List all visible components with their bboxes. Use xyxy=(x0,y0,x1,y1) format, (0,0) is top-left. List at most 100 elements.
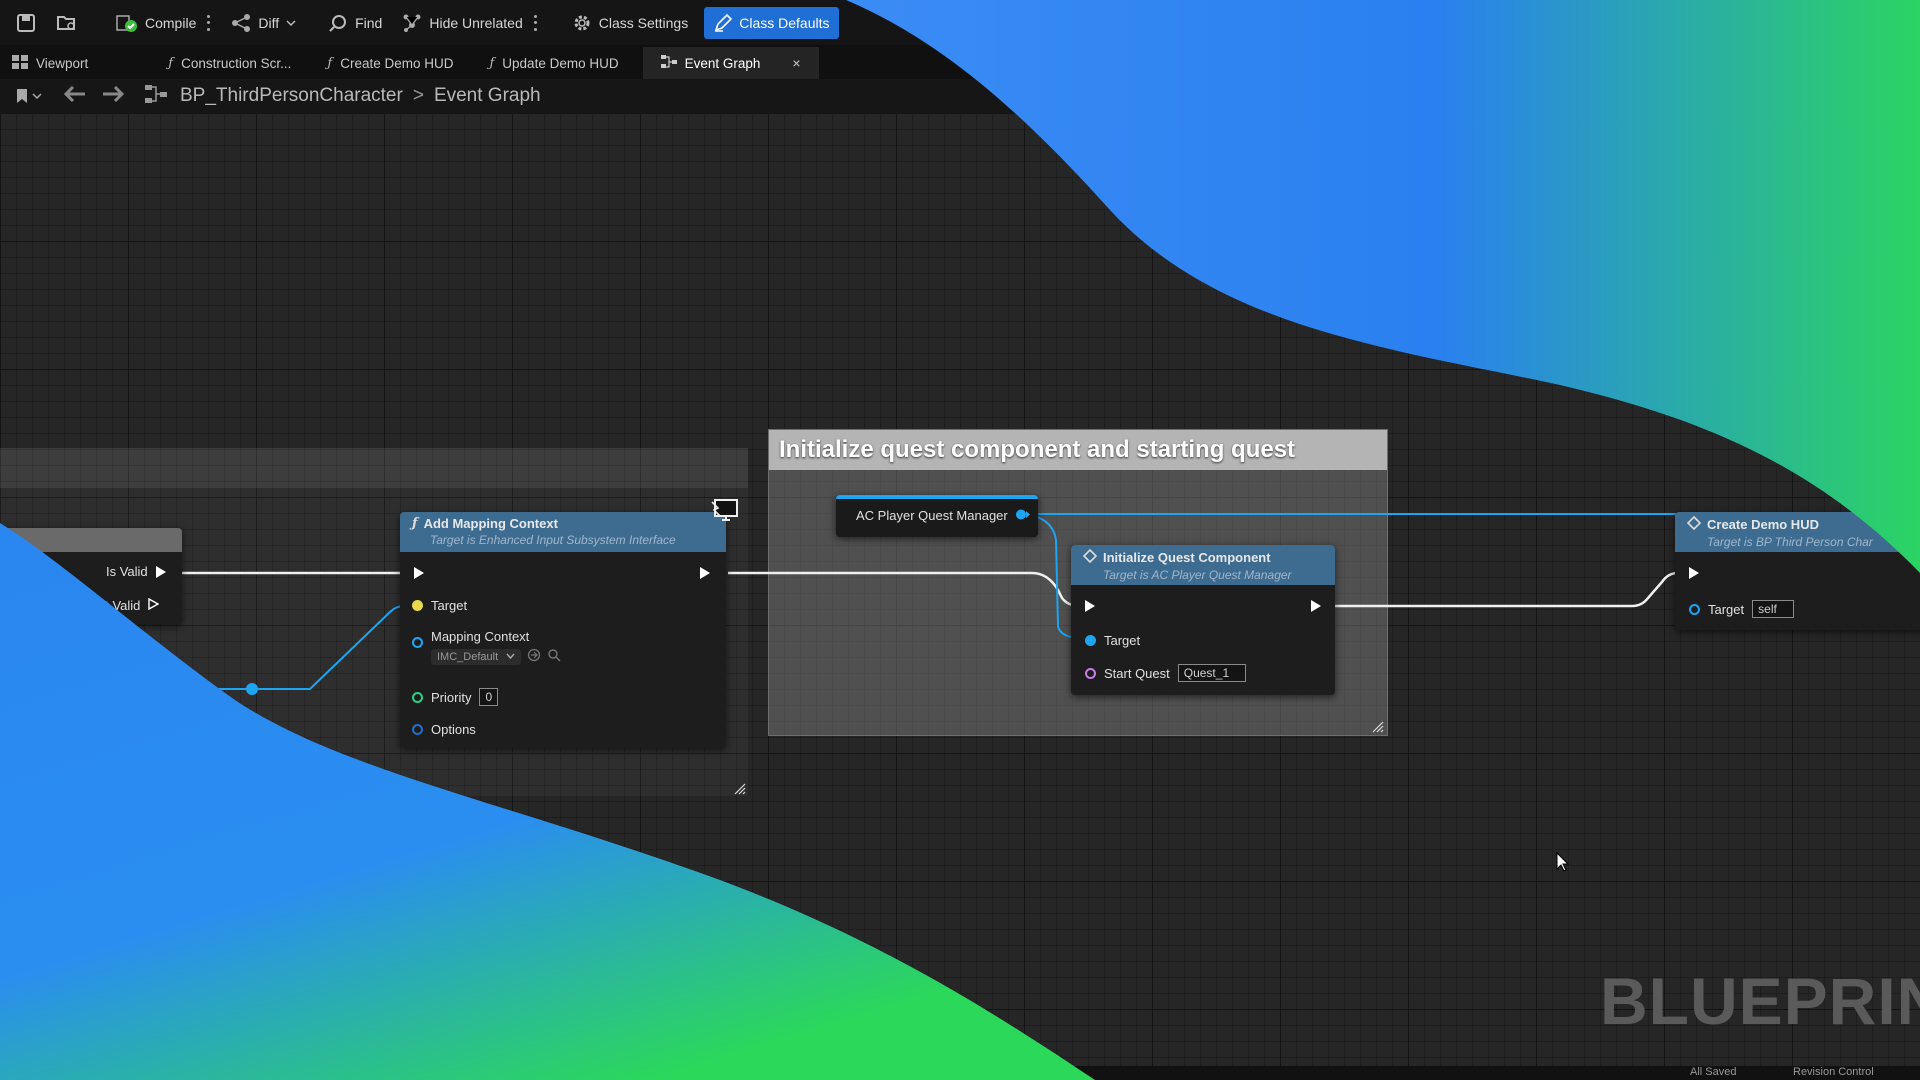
class-defaults-label: Class Defaults xyxy=(739,14,830,31)
exec-pin-icon xyxy=(1311,600,1321,612)
target-self-input[interactable]: self xyxy=(1752,600,1795,618)
breadcrumb-graph[interactable]: Event Graph xyxy=(434,85,541,107)
tab-create-demo-hud[interactable]: ƒ Create Demo HUD xyxy=(309,47,471,79)
compile-label: Compile xyxy=(145,14,197,31)
pin-target[interactable]: Target xyxy=(1085,633,1140,648)
compile-button[interactable]: Compile xyxy=(106,7,221,39)
tab-construction-label: Construction Scr... xyxy=(181,55,292,71)
save-status[interactable]: All Saved xyxy=(1690,1066,1736,1078)
start-quest-input[interactable]: Quest_1 xyxy=(1177,664,1246,682)
back-arrow-icon[interactable] xyxy=(63,85,86,107)
breadcrumb-blueprint[interactable]: BP_ThirdPersonCharacter xyxy=(180,85,403,107)
exec-pin-hollow-icon xyxy=(148,597,160,613)
event-graph-icon xyxy=(660,54,677,72)
pin-mapping-context-label: Mapping Context xyxy=(431,629,530,644)
forward-arrow-icon[interactable] xyxy=(102,85,125,107)
mouse-cursor-icon xyxy=(1556,851,1570,877)
pin-dot-icon xyxy=(1085,635,1096,646)
create-demo-hud-header[interactable]: Create Demo HUD Target is BP Third Perso… xyxy=(1675,512,1920,552)
pin-mapping-context[interactable]: Mapping Context IMC_Default xyxy=(412,629,561,665)
tab-update-demo-hud[interactable]: ƒ Update Demo HUD xyxy=(471,47,636,79)
pin-options[interactable]: Options xyxy=(412,722,476,737)
pin-not-valid-label: ot Valid xyxy=(98,598,141,613)
exec-in-pin[interactable] xyxy=(1689,567,1699,579)
resize-handle-icon[interactable] xyxy=(1372,720,1384,733)
compile-options-icon[interactable] xyxy=(207,14,211,31)
class-settings-button[interactable]: Class Settings xyxy=(562,7,698,39)
blueprint-watermark: BLUEPRINT xyxy=(1600,964,1920,1038)
quest-manager-output-pin[interactable]: AC Player Quest Manager xyxy=(856,508,1030,523)
hide-unrelated-options-icon[interactable] xyxy=(533,14,538,31)
is-valid-node-header xyxy=(0,528,182,552)
hide-unrelated-button[interactable]: Hide Unrelated xyxy=(392,7,547,39)
class-settings-label: Class Settings xyxy=(598,14,689,31)
pin-is-valid-label: Is Valid xyxy=(106,564,148,579)
create-demo-hud-subtitle: Target is BP Third Person Char xyxy=(1707,535,1873,549)
chevron-down-icon xyxy=(286,19,296,27)
find-icon xyxy=(328,13,348,33)
pin-priority[interactable]: Priority 0 xyxy=(412,688,499,706)
browse-button[interactable] xyxy=(46,7,88,39)
pin-start-quest-label: Start Quest xyxy=(1104,665,1170,681)
initialize-quest-component-node[interactable]: Initialize Quest Component Target is AC … xyxy=(1071,545,1335,695)
tab-update-demo-hud-label: Update Demo HUD xyxy=(502,55,619,71)
quest-manager-variable-node[interactable]: AC Player Quest Manager xyxy=(836,495,1038,537)
pin-options-label: Options xyxy=(431,722,476,737)
exec-pin-icon xyxy=(414,567,424,579)
comment-box-left-header[interactable] xyxy=(0,448,748,488)
pin-circle-icon xyxy=(412,724,423,735)
document-tabs: Viewport ƒ Construction Scr... ƒ Create … xyxy=(0,45,1920,79)
resize-handle-icon[interactable] xyxy=(734,782,746,795)
exec-pin-icon xyxy=(700,567,710,579)
use-selected-asset-icon[interactable] xyxy=(527,648,541,665)
add-mapping-context-node[interactable]: ƒ Add Mapping Context Target is Enhanced… xyxy=(400,512,726,748)
pin-circle-icon xyxy=(412,637,423,648)
function-icon: ƒ xyxy=(489,55,495,71)
gear-icon xyxy=(572,13,592,33)
create-demo-hud-title: Create Demo HUD xyxy=(1707,517,1819,532)
initialize-quest-component-header[interactable]: Initialize Quest Component Target is AC … xyxy=(1071,545,1335,585)
pin-target-label: Target xyxy=(1104,633,1141,648)
mapping-context-dropdown[interactable]: IMC_Default xyxy=(431,648,522,665)
exec-in-pin[interactable] xyxy=(414,567,424,579)
pin-circle-icon xyxy=(412,691,423,703)
create-demo-hud-node[interactable]: Create Demo HUD Target is BP Third Perso… xyxy=(1675,512,1920,630)
find-button[interactable]: Find xyxy=(318,7,392,39)
tab-event-graph[interactable]: Event Graph × xyxy=(642,47,819,79)
pin-circle-icon xyxy=(1085,667,1096,679)
pin-not-valid[interactable]: ot Valid xyxy=(98,597,160,613)
exec-pin-icon xyxy=(155,565,166,578)
client-only-icon xyxy=(708,498,740,529)
priority-input[interactable]: 0 xyxy=(479,688,499,706)
add-mapping-context-header[interactable]: ƒ Add Mapping Context Target is Enhanced… xyxy=(400,512,726,552)
close-icon[interactable]: × xyxy=(792,55,800,71)
exec-in-pin[interactable] xyxy=(1085,600,1095,612)
pin-target[interactable]: Target self xyxy=(1689,600,1795,618)
pin-start-quest[interactable]: Start Quest Quest_1 xyxy=(1085,664,1246,682)
pin-is-valid[interactable]: Is Valid xyxy=(106,564,166,579)
tab-construction-script[interactable]: ƒ Construction Scr... xyxy=(150,47,309,79)
initialize-quest-component-subtitle: Target is AC Player Quest Manager xyxy=(1103,568,1292,582)
browse-asset-icon[interactable] xyxy=(547,648,561,665)
diamond-icon xyxy=(1082,548,1098,566)
blueprint-editor: Compile Diff Find Hide Unrelated Class S… xyxy=(0,0,1920,1080)
diff-button[interactable]: Diff xyxy=(221,7,306,39)
status-bar: All Saved Revision Control xyxy=(0,1066,1920,1080)
tab-create-demo-hud-label: Create Demo HUD xyxy=(340,55,454,71)
pin-target[interactable]: Target xyxy=(412,598,467,613)
diff-icon xyxy=(231,13,251,33)
is-valid-node[interactable]: Is Valid ot Valid xyxy=(0,528,182,624)
revision-control-status[interactable]: Revision Control xyxy=(1793,1066,1874,1078)
exec-out-pin[interactable] xyxy=(700,567,710,579)
save-button[interactable] xyxy=(6,7,46,39)
bookmark-icon[interactable] xyxy=(16,88,42,104)
tab-viewport[interactable]: Viewport xyxy=(0,47,106,79)
exec-out-pin[interactable] xyxy=(1311,600,1321,612)
class-defaults-button[interactable]: Class Defaults xyxy=(704,6,840,39)
compile-check-icon xyxy=(116,13,138,33)
save-icon xyxy=(16,13,36,33)
comment-title[interactable]: Initialize quest component and starting … xyxy=(769,430,1387,470)
pin-target-label: Target xyxy=(431,598,468,613)
pin-target-label: Target xyxy=(1708,601,1745,617)
main-toolbar: Compile Diff Find Hide Unrelated Class S… xyxy=(0,0,1920,45)
